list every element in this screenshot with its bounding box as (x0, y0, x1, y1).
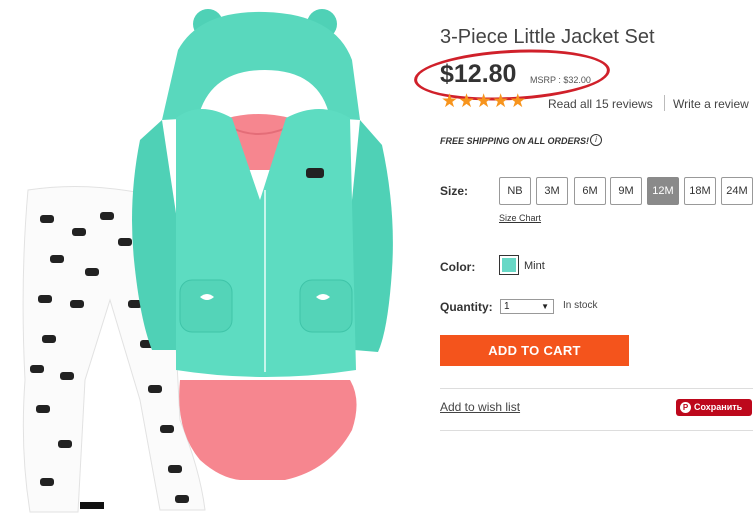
size-chart-link[interactable]: Size Chart (499, 213, 541, 223)
size-option-9m[interactable]: 9M (610, 177, 642, 205)
color-label: Color: (440, 260, 476, 274)
size-option-3m[interactable]: 3M (536, 177, 568, 205)
quantity-select[interactable]: 1 ▼ (500, 299, 554, 314)
size-option-6m[interactable]: 6M (574, 177, 606, 205)
size-option-24m[interactable]: 24M (721, 177, 753, 205)
product-title: 3-Piece Little Jacket Set (440, 26, 655, 48)
info-icon[interactable]: i (590, 134, 602, 146)
quantity-label: Quantity: (440, 300, 493, 314)
pinterest-label: Сохранить (694, 402, 743, 412)
divider (440, 430, 753, 431)
add-to-cart-button[interactable]: ADD TO CART (440, 335, 629, 366)
add-to-wishlist-link[interactable]: Add to wish list (440, 400, 520, 414)
product-image (22, 9, 393, 513)
size-option-nb[interactable]: NB (499, 177, 531, 205)
color-swatch-mint[interactable] (499, 255, 519, 275)
stock-status: In stock (563, 300, 598, 311)
size-option-18m[interactable]: 18M (684, 177, 716, 205)
swatch-fill (502, 258, 516, 272)
star-icon: ★ (509, 91, 527, 112)
review-separator (664, 95, 665, 111)
rating-stars[interactable]: ★★★★★ (441, 92, 526, 112)
jacket-illustration (132, 9, 393, 377)
star-icon: ★ (441, 91, 459, 112)
star-icon: ★ (475, 91, 493, 112)
write-review-link[interactable]: Write a review (673, 97, 749, 111)
pinterest-icon: P (680, 402, 691, 413)
read-reviews-link[interactable]: Read all 15 reviews (548, 97, 653, 111)
pinterest-save-button[interactable]: P Сохранить (676, 399, 752, 416)
color-name: Mint (524, 260, 545, 272)
dropdown-arrow-icon: ▼ (541, 302, 549, 311)
quantity-value: 1 (504, 301, 510, 312)
star-icon: ★ (458, 91, 476, 112)
star-icon: ★ (492, 91, 510, 112)
divider (440, 388, 753, 389)
size-label: Size: (440, 184, 469, 198)
size-option-12m[interactable]: 12M (647, 177, 679, 205)
free-shipping-text: FREE SHIPPING ON ALL ORDERS! (440, 136, 590, 146)
